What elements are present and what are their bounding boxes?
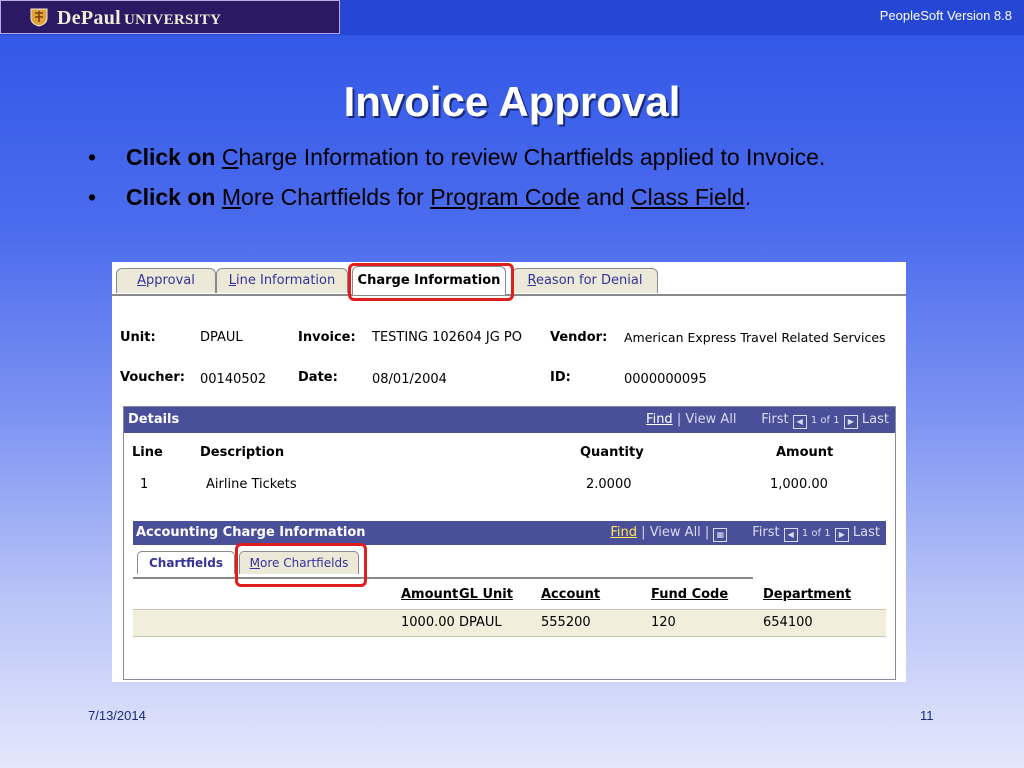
details-header: Details Find | View All First ◀ 1 of 1 ▶… xyxy=(124,407,895,433)
col-account: Account xyxy=(541,587,601,602)
col-amount: Amount xyxy=(776,445,834,460)
university-logo: DePaul University xyxy=(0,0,340,34)
next-arrow-icon[interactable]: ▶ xyxy=(834,528,849,542)
cell-account: 555200 xyxy=(541,615,591,630)
accounting-find-link[interactable]: Find xyxy=(610,525,637,540)
details-title: Details xyxy=(128,412,180,427)
top-banner: DePaul University PeopleSoft Version 8.8 xyxy=(0,0,1024,35)
cell-fund-code: 120 xyxy=(651,615,676,630)
date-value: 08/01/2004 xyxy=(372,372,447,387)
table-row: 1000.00 DPAUL 555200 120 654100 xyxy=(133,609,886,637)
footer-page-number: 11 xyxy=(920,708,934,723)
row-amount: 1,000.00 xyxy=(770,477,828,492)
accounting-nav: Find | View All | ▦ First ◀ 1 of 1 ▶ Las… xyxy=(610,525,880,542)
details-nav: Find | View All First ◀ 1 of 1 ▶ Last xyxy=(646,412,889,429)
bullet-list: • Click on Charge Information to review … xyxy=(88,142,908,222)
details-find-link[interactable]: Find xyxy=(646,412,673,427)
voucher-value: 00140502 xyxy=(200,372,267,387)
tab-line-information[interactable]: Line Information xyxy=(216,268,348,293)
bullet-item: • Click on Charge Information to review … xyxy=(88,144,826,170)
accounting-title: Accounting Charge Information xyxy=(136,525,366,540)
bullet-item: • Click on More Chartfields for Program … xyxy=(88,184,752,210)
footer-date: 7/13/2014 xyxy=(88,708,146,723)
voucher-label: Voucher: xyxy=(120,370,185,385)
highlight-charge-information xyxy=(348,263,514,301)
accounting-first-link[interactable]: First xyxy=(752,525,779,540)
accounting-header: Accounting Charge Information Find | Vie… xyxy=(133,521,886,545)
prev-arrow-icon[interactable]: ◀ xyxy=(783,528,798,542)
col-fund-code: Fund Code xyxy=(651,587,729,602)
slide-title: Invoice Approval xyxy=(343,78,681,125)
row-line: 1 xyxy=(140,477,149,492)
vendor-value: American Express Travel Related Services xyxy=(624,330,886,345)
tab-approval[interactable]: Approval xyxy=(116,268,216,293)
tab-chartfields[interactable]: Chartfields xyxy=(137,551,235,574)
details-last-link[interactable]: Last xyxy=(862,412,889,427)
col-quantity: Quantity xyxy=(580,445,644,460)
tab-reason-for-denial[interactable]: Reason for Denial xyxy=(512,268,658,293)
unit-label: Unit: xyxy=(120,330,156,345)
date-label: Date: xyxy=(298,370,338,385)
cell-gl-unit: DPAUL xyxy=(459,615,502,630)
vendor-label: Vendor: xyxy=(550,330,608,345)
cell-department: 654100 xyxy=(763,615,813,630)
peoplesoft-screenshot: Approval Line Information Charge Informa… xyxy=(112,262,906,682)
cell-amount: 1000.00 xyxy=(401,615,455,630)
highlight-more-chartfields xyxy=(235,543,367,587)
accounting-charge-grid: Accounting Charge Information Find | Vie… xyxy=(133,521,886,671)
details-view-all-link[interactable]: View All xyxy=(685,412,736,427)
accounting-tab-bar: Chartfields More Chartfields xyxy=(133,547,753,579)
bullet-dot: • xyxy=(88,184,97,210)
accounting-view-all-link[interactable]: View All xyxy=(650,525,701,540)
details-first-link[interactable]: First xyxy=(761,412,788,427)
details-grid: Details Find | View All First ◀ 1 of 1 ▶… xyxy=(123,406,896,680)
prev-arrow-icon[interactable]: ◀ xyxy=(792,415,807,429)
university-seal-icon xyxy=(30,8,48,27)
accounting-row-count: 1 of 1 xyxy=(801,528,831,539)
logo-text: DePaul University xyxy=(57,7,222,29)
id-label: ID: xyxy=(550,370,571,385)
row-description: Airline Tickets xyxy=(206,477,297,492)
grid-view-icon[interactable]: ▦ xyxy=(713,528,728,542)
bullet-dot: • xyxy=(88,144,97,170)
next-arrow-icon[interactable]: ▶ xyxy=(843,415,858,429)
details-row-count: 1 of 1 xyxy=(810,415,840,426)
accounting-last-link[interactable]: Last xyxy=(853,525,880,540)
invoice-value: TESTING 102604 JG PO xyxy=(372,330,522,345)
col-amount: Amount xyxy=(401,587,459,602)
id-value: 0000000095 xyxy=(624,372,707,387)
invoice-label: Invoice: xyxy=(298,330,356,345)
row-quantity: 2.0000 xyxy=(586,477,632,492)
version-label: PeopleSoft Version 8.8 xyxy=(879,8,1012,23)
col-line: Line xyxy=(132,445,163,460)
unit-value: DPAUL xyxy=(200,330,243,345)
col-gl-unit: GL Unit xyxy=(459,587,513,602)
col-description: Description xyxy=(200,445,285,460)
col-department: Department xyxy=(763,587,852,602)
